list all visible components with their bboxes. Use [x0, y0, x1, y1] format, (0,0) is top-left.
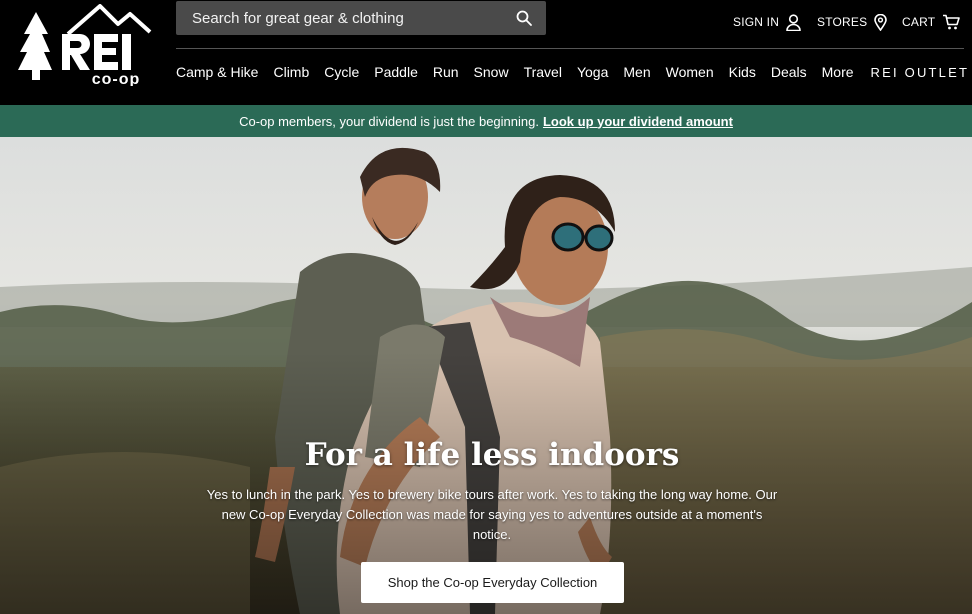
nav-item-paddle[interactable]: Paddle [374, 64, 418, 80]
nav-item-climb[interactable]: Climb [273, 64, 309, 80]
nav-item-snow[interactable]: Snow [474, 64, 509, 80]
nav-item-women[interactable]: Women [666, 64, 714, 80]
nav-item-kids[interactable]: Kids [729, 64, 756, 80]
nav-item-rei-outlet[interactable]: REI OUTLET [871, 65, 972, 80]
cart-link[interactable]: CART [902, 11, 961, 33]
site-header: co-op SIGN IN STORES CART [0, 0, 972, 105]
hero-title: For a life less indoors [304, 437, 680, 473]
nav-item-more[interactable]: More [822, 64, 854, 80]
cart-icon [943, 14, 961, 30]
header-divider [176, 48, 964, 49]
rei-logo[interactable]: co-op [18, 4, 153, 88]
user-icon [786, 13, 801, 31]
sign-in-label: SIGN IN [733, 15, 780, 29]
sign-in-link[interactable]: SIGN IN [733, 11, 801, 33]
nav-item-yoga[interactable]: Yoga [577, 64, 608, 80]
nav-item-camp-hike[interactable]: Camp & Hike [176, 64, 258, 80]
dividend-promo-bar: Co-op members, your dividend is just the… [0, 105, 972, 137]
hero-copy: For a life less indoors Yes to lunch in … [186, 437, 798, 545]
promo-text: Co-op members, your dividend is just the… [239, 113, 539, 129]
nav-item-run[interactable]: Run [433, 64, 459, 80]
nav-item-cycle[interactable]: Cycle [324, 64, 359, 80]
svg-text:co-op: co-op [92, 71, 141, 86]
stores-link[interactable]: STORES [817, 11, 888, 33]
search-bar[interactable] [176, 1, 546, 35]
nav-item-men[interactable]: Men [623, 64, 650, 80]
shop-everyday-collection-button[interactable]: Shop the Co-op Everyday Collection [361, 562, 624, 603]
rei-outlet-label: REI OUTLET [870, 64, 970, 80]
dividend-lookup-link[interactable]: Look up your dividend amount [543, 114, 733, 129]
search-icon[interactable] [516, 10, 532, 26]
location-pin-icon [874, 13, 888, 31]
nav-item-travel[interactable]: Travel [524, 64, 562, 80]
cart-label: CART [902, 15, 936, 29]
stores-label: STORES [817, 15, 868, 29]
nav-item-deals[interactable]: Deals [771, 64, 807, 80]
rei-coop-logo-graphic: co-op [18, 4, 152, 88]
main-nav: Camp & Hike Climb Cycle Paddle Run Snow … [176, 64, 972, 80]
hero-description: Yes to lunch in the park. Yes to brewery… [206, 487, 778, 542]
hero-banner: For a life less indoors Yes to lunch in … [0, 137, 972, 614]
search-input[interactable] [192, 9, 516, 27]
